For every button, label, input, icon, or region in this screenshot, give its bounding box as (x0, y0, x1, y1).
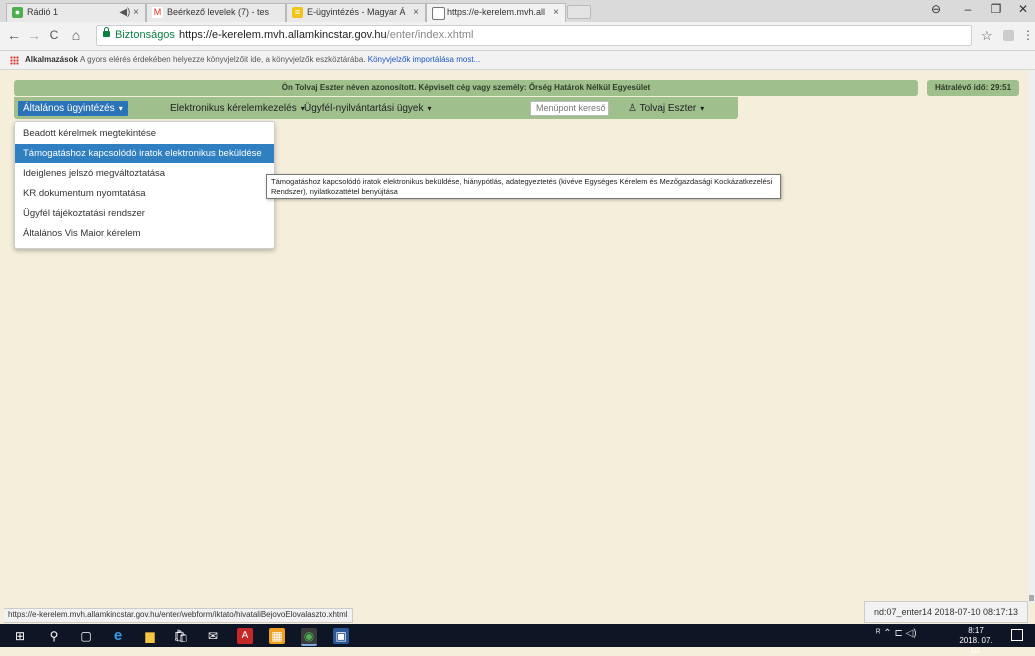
page-content: Ön Tolvaj Eszter néven azonosított. Képv… (0, 70, 1035, 623)
minimize-button[interactable]: – (958, 2, 978, 16)
tab-close-icon[interactable]: × (413, 4, 419, 21)
bookmarks-bar: Alkalmazások A gyors elérés érdekében he… (0, 51, 1035, 70)
app-icon[interactable]: ▣ (333, 628, 349, 644)
dropdown-item[interactable]: Beadott kérelmek megtekintése (15, 124, 274, 143)
dropdown-menu: Beadott kérelmek megtekintése Támogatásh… (14, 121, 275, 249)
caret-down-icon: ▾ (427, 104, 432, 113)
bookmarks-hint: A gyors elérés érdekében helyezze könyvj… (80, 51, 480, 69)
gmail-favicon-icon: M (152, 7, 163, 18)
tab-title: https://e-kerelem.mvh.all (447, 7, 546, 17)
clock-date: 2018. 07. 10. (959, 636, 993, 655)
apps-grid-icon[interactable] (10, 56, 19, 65)
dropdown-item[interactable]: Ideiglenes jelszó megváltoztatása (15, 164, 274, 183)
caret-down-icon: ▾ (118, 104, 123, 113)
tab-strip: ● Rádió 1 ◀) × M Beérkező levelek (7) - … (0, 0, 1035, 23)
menu-tooltip: Támogatáshoz kapcsolódó iratok elektroni… (266, 174, 781, 199)
browser-tab-radio[interactable]: ● Rádió 1 ◀) × (6, 3, 146, 22)
menu-label: Elektronikus kérelemkezelés (170, 103, 297, 114)
url-host: https://e-kerelem.mvh.allamkincstar.gov.… (179, 29, 387, 41)
tab-close-icon[interactable]: × (553, 4, 559, 21)
chrome-icon[interactable]: ◉ (301, 628, 317, 646)
clock[interactable]: 8:17 2018. 07. 10. (955, 626, 997, 656)
paint-icon[interactable]: ▦ (269, 628, 285, 644)
menu-ugyfel-nyilvantartasi[interactable]: Ügyfél-nyilvántartási ügyek ▾ (304, 101, 432, 116)
page-favicon-icon (432, 7, 445, 20)
dropdown-item-highlighted[interactable]: Támogatáshoz kapcsolódó iratok elektroni… (15, 144, 274, 163)
page-scrollbar[interactable] (1028, 70, 1035, 603)
import-bookmarks-link[interactable]: Könyvjelzők importálása most... (368, 55, 481, 64)
file-explorer-icon[interactable]: ▆ (142, 628, 158, 644)
lock-icon (103, 27, 110, 37)
url-path: /enter/index.xhtml (386, 29, 474, 41)
home-button[interactable]: ⌂ (68, 27, 84, 43)
url-text: https://e-kerelem.mvh.allamkincstar.gov.… (179, 26, 474, 45)
user-name: Tolvaj Eszter (639, 103, 697, 114)
browser-tab-active[interactable]: https://e-kerelem.mvh.all × (426, 3, 566, 23)
tab-audio-close-icon[interactable]: ◀) × (119, 4, 139, 21)
user-menu[interactable]: ♙ Tolvaj Eszter ▾ (628, 101, 704, 116)
dropdown-item[interactable]: Ügyfél tájékoztatási rendszer (15, 204, 274, 223)
browser-menu-icon[interactable]: ⋮ (1022, 28, 1034, 42)
new-tab-button[interactable] (567, 5, 591, 19)
menu-altalanos-ugyintezes[interactable]: Általános ügyintézés ▾ (18, 101, 128, 116)
secure-label: Biztonságos (115, 29, 175, 41)
main-menu-bar: Általános ügyintézés ▾ Elektronikus kérel… (14, 97, 738, 119)
dropdown-item[interactable]: KR dokumentum nyomtatása (15, 184, 274, 203)
reload-button[interactable]: C (46, 28, 62, 42)
caret-down-icon: ▾ (700, 104, 705, 113)
bookmarks-hint-text: A gyors elérés érdekében helyezze könyvj… (80, 55, 366, 64)
task-view-icon[interactable]: ▢ (78, 628, 94, 644)
dropdown-item[interactable]: Általános Vis Maior kérelem (15, 224, 274, 243)
browser-toolbar: ← → C ⌂ Biztonságos https://e-kerelem.mv… (0, 22, 1035, 51)
back-button[interactable]: ← (6, 27, 22, 43)
notifications-icon[interactable] (1011, 629, 1023, 641)
forward-button[interactable]: → (26, 27, 42, 43)
session-timer: Hátralévő idő: 29:51 (927, 80, 1019, 96)
browser-tab-eugyintezes[interactable]: ≡ E-ügyintézés - Magyar Á × (286, 3, 426, 22)
search-icon[interactable]: ⚲ (46, 628, 62, 644)
apps-link[interactable]: Alkalmazások (25, 51, 78, 69)
address-bar[interactable]: Biztonságos https://e-kerelem.mvh.allamk… (96, 25, 972, 46)
menu-elektronikus-kerelemkezeles[interactable]: Elektronikus kérelemkezelés ▾ (170, 101, 305, 116)
browser-tab-mail[interactable]: M Beérkező levelek (7) - tes (146, 3, 286, 22)
edge-icon[interactable]: e (110, 628, 126, 644)
tab-title: Beérkező levelek (7) - tes (167, 7, 270, 17)
identity-bar: Ön Tolvaj Eszter néven azonosított. Képv… (14, 80, 918, 96)
profile-icon[interactable]: ⊖ (926, 2, 946, 16)
menu-label: Ügyfél-nyilvántartási ügyek (304, 103, 424, 114)
radio-favicon-icon: ● (12, 7, 23, 18)
document-favicon-icon: ≡ (292, 7, 303, 18)
tab-title: E-ügyintézés - Magyar Á (307, 7, 406, 17)
page-info-badge: nd:07_enter14 2018-07-10 08:17:13 (864, 601, 1028, 623)
menu-label: Általános ügyintézés (23, 103, 115, 114)
maximize-button[interactable]: ❐ (986, 2, 1006, 16)
acrobat-icon[interactable]: A (237, 628, 253, 644)
bookmark-star-icon[interactable]: ☆ (981, 28, 993, 44)
extension-icon[interactable] (1003, 30, 1014, 41)
windows-taskbar: ⊞ ⚲ ▢ e ▆ 🛍 ✉ A ▦ ◉ ▣ ᴿ ⌃ ⊏ ◁) 8:17 2018… (0, 624, 1035, 655)
menu-search-input[interactable]: Menüpont kereső (530, 101, 609, 116)
close-window-button[interactable]: ✕ (1013, 2, 1033, 16)
system-tray[interactable]: ᴿ ⌃ ⊏ ◁) (876, 628, 917, 639)
clock-time: 8:17 (968, 626, 984, 635)
mail-icon[interactable]: ✉ (205, 628, 221, 644)
start-icon[interactable]: ⊞ (12, 628, 28, 644)
tab-title: Rádió 1 (27, 7, 59, 17)
status-url: https://e-kerelem.mvh.allamkincstar.gov.… (4, 608, 353, 623)
store-icon[interactable]: 🛍 (173, 628, 189, 644)
user-icon: ♙ (628, 103, 637, 114)
